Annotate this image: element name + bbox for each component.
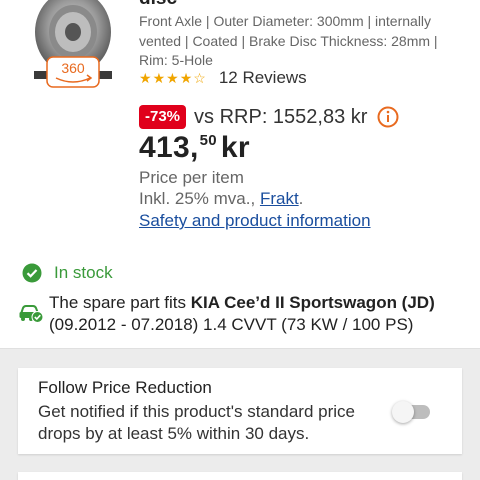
fitment-vehicle: KIA Cee’d II Sportswagon (JD) [190, 293, 435, 312]
next-card [18, 472, 462, 480]
check-circle-icon [22, 263, 42, 283]
price-integer: 413, [139, 131, 199, 164]
star-filled-icon: ★ [166, 70, 179, 86]
discount-badge: -73% [139, 105, 187, 129]
rrp-price: vs RRP: 1552,83 kr [194, 105, 368, 128]
safety-info-link[interactable]: Safety and product information [139, 211, 371, 231]
follow-price-title: Follow Price Reduction [38, 378, 212, 397]
price-comparison: -73% vs RRP: 1552,83 kr [139, 104, 399, 130]
follow-price-toggle[interactable] [392, 401, 430, 423]
info-icon[interactable] [377, 106, 399, 128]
fitment-prefix: The spare part fits [49, 293, 191, 312]
star-filled-icon: ★ [139, 70, 152, 86]
product-title: disc [139, 0, 177, 10]
vat-suffix: . [298, 189, 304, 208]
fitment-details: (09.2012 - 07.2018) 1.4 CVVT (73 KW / 10… [49, 315, 414, 334]
price-decimals: 50 [199, 132, 217, 149]
star-filled-icon: ★ [152, 70, 166, 86]
follow-price-card: Follow Price Reduction Get notified if t… [18, 368, 462, 454]
vat-info: Inkl. 25% mva., Frakt. [139, 189, 303, 209]
reviews-link[interactable]: 12 Reviews [219, 68, 307, 88]
price-currency: kr [220, 131, 250, 164]
toggle-thumb [392, 401, 414, 423]
star-filled-icon: ★ [179, 70, 193, 86]
follow-price-description: Get notified if this product's standard … [38, 402, 355, 443]
product-card: 360 disc Front Axle | Outer Diameter: 30… [0, 0, 480, 348]
fitment-text: The spare part fits KIA Cee’d II Sportsw… [49, 292, 469, 336]
shipping-link[interactable]: Frakt [260, 189, 299, 208]
star-empty-icon: ☆ [193, 70, 206, 86]
view-360-badge[interactable]: 360 [46, 56, 100, 88]
stock-status: In stock [22, 262, 113, 284]
product-specs: Front Axle | Outer Diameter: 300mm | int… [139, 13, 438, 68]
vat-text: Inkl. 25% mva., [139, 189, 260, 208]
badge-360-label: 360 [61, 60, 85, 76]
current-price: 413,50 kr [139, 131, 250, 165]
stock-label: In stock [54, 263, 113, 282]
star-rating: ★ ★ ★ ★ ☆ [139, 71, 206, 85]
product-image[interactable]: 360 [34, 0, 112, 108]
car-check-icon [19, 305, 44, 323]
rating[interactable]: ★ ★ ★ ★ ☆ 12 Reviews [139, 67, 307, 89]
price-per-item: Price per item [139, 168, 244, 187]
